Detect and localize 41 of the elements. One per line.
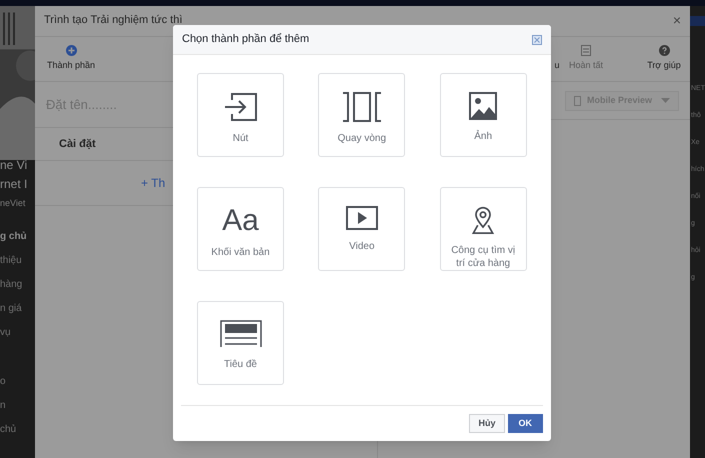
caret-icon — [661, 98, 670, 103]
video-icon — [346, 206, 378, 230]
component-tile[interactable]: Video — [318, 187, 406, 271]
window-title: Trình tạo Trải nghiệm tức thì — [44, 12, 182, 28]
component-tile[interactable]: Quay vòng — [318, 73, 406, 157]
close-icon[interactable] — [532, 34, 542, 44]
nav-item[interactable]: n — [0, 398, 35, 413]
modal-title: Chọn thành phần để thêm — [182, 32, 310, 48]
component-tile[interactable]: Ảnh — [440, 73, 527, 157]
nav-item[interactable]: thiệu — [0, 253, 35, 268]
page-title-text: ne Vi — [0, 157, 28, 174]
enter-icon — [224, 92, 258, 122]
nav-item[interactable]: chủ — [0, 422, 35, 437]
component-tile[interactable]: Aa Khối văn bản — [197, 187, 284, 271]
toolbar-button[interactable]: u — [552, 58, 562, 72]
help-icon — [658, 44, 670, 56]
phone-icon — [574, 96, 581, 106]
nav-item[interactable]: g chủ — [0, 229, 35, 244]
settings-label: Cài đặt — [59, 136, 96, 152]
checklist-icon — [581, 44, 591, 56]
nav-item[interactable]: n giá — [0, 301, 35, 316]
header-icon — [220, 320, 262, 348]
text-icon: Aa — [222, 206, 259, 236]
page-title-text: neViet — [0, 197, 26, 210]
plus-icon — [66, 45, 77, 56]
cancel-button[interactable]: Hủy — [469, 414, 504, 433]
component-tile[interactable]: Công cụ tìm vị trí cửa hàng — [440, 187, 527, 271]
page-header-strip — [690, 16, 705, 26]
toolbar-button[interactable]: Thành phần — [47, 45, 96, 73]
carousel-icon — [342, 92, 382, 122]
page-title-text: rnet I — [0, 176, 28, 193]
nav-item[interactable]: vụ — [0, 325, 35, 340]
nav-item[interactable]: o — [0, 374, 35, 389]
ok-button[interactable]: OK — [508, 414, 543, 433]
image-icon — [469, 92, 498, 120]
add-link[interactable]: + Th — [141, 174, 166, 192]
component-tile[interactable]: Nút — [197, 73, 284, 157]
toolbar-button[interactable]: Trợ giúp — [644, 44, 684, 72]
close-button[interactable]: × — [672, 13, 681, 27]
component-tile[interactable]: Tiêu đề — [197, 301, 284, 385]
nav-item[interactable]: hàng — [0, 277, 35, 292]
